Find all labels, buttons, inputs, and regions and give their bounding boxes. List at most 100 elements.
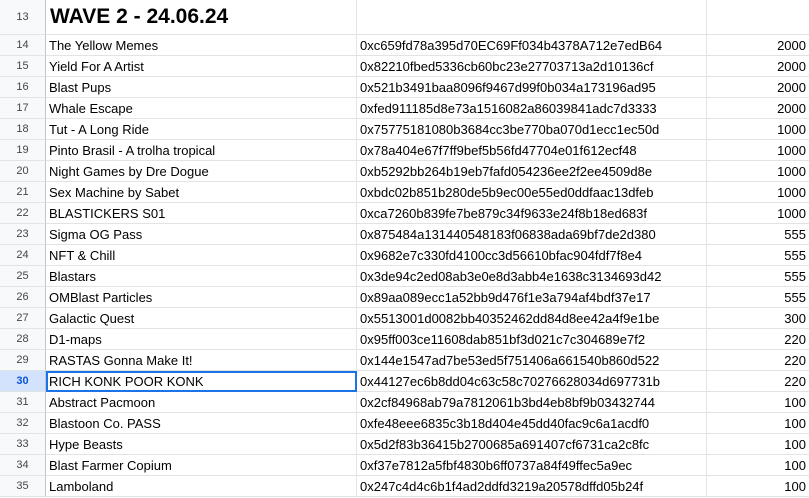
title-cell[interactable]: WAVE 2 - 24.06.24 [46,0,357,35]
project-name-cell[interactable]: Blast Pups [46,77,357,98]
row-header[interactable]: 25 [0,266,46,287]
project-name-cell[interactable]: Blast Farmer Copium [46,455,357,476]
row-header[interactable]: 22 [0,203,46,224]
amount-cell[interactable]: 555 [707,266,809,287]
amount-cell[interactable]: 555 [707,287,809,308]
row-header[interactable]: 15 [0,56,46,77]
title-row: 13 WAVE 2 - 24.06.24 [0,0,809,35]
wallet-address-cell[interactable]: 0xfe48eee6835c3b18d404e45dd40fac9c6a1acd… [357,413,707,434]
project-name-cell[interactable]: BLASTICKERS S01 [46,203,357,224]
amount-cell[interactable]: 2000 [707,98,809,119]
table-row: 27 Galactic Quest 0x5513001d0082bb40352462… [0,308,809,329]
project-name-cell[interactable]: Pinto Brasil - A trolha tropical [46,140,357,161]
row-header[interactable]: 13 [0,0,46,35]
project-name-cell[interactable]: D1-maps [46,329,357,350]
wallet-address-cell[interactable]: 0x5d2f83b36415b2700685a691407cf6731ca2c8… [357,434,707,455]
amount-cell[interactable]: 2000 [707,56,809,77]
wallet-address-cell[interactable]: 0xbdc02b851b280de5b9ec00e55ed0ddfaac13df… [357,182,707,203]
row-header[interactable]: 28 [0,329,46,350]
empty-cell[interactable] [707,0,809,35]
amount-cell[interactable]: 100 [707,413,809,434]
row-header[interactable]: 18 [0,119,46,140]
table-row: 23 Sigma OG Pass 0x875484a131440548183f068… [0,224,809,245]
project-name-cell[interactable]: NFT & Chill [46,245,357,266]
amount-cell[interactable]: 1000 [707,203,809,224]
wallet-address-cell[interactable]: 0xc659fd78a395d70EC69Ff034b4378A712e7edB… [357,35,707,56]
table-row: 26 OMBlast Particles 0x89aa089ecc1a52bb9d4… [0,287,809,308]
row-header[interactable]: 34 [0,455,46,476]
row-header[interactable]: 20 [0,161,46,182]
wallet-address-cell[interactable]: 0xca7260b839fe7be879c34f9633e24f8b18ed68… [357,203,707,224]
spreadsheet-grid: 13 WAVE 2 - 24.06.24 14 The Yellow Memes 0… [0,0,809,498]
row-header[interactable]: 14 [0,35,46,56]
amount-cell[interactable]: 100 [707,434,809,455]
row-header[interactable]: 17 [0,98,46,119]
wallet-address-cell[interactable]: 0x44127ec6b8dd04c63c58c70276628034d69773… [357,371,707,392]
wallet-address-cell[interactable]: 0x5513001d0082bb40352462dd84d8ee42a4f9e1… [357,308,707,329]
amount-cell[interactable]: 2000 [707,35,809,56]
project-name-cell[interactable]: Hype Beasts [46,434,357,455]
row-header[interactable]: 24 [0,245,46,266]
wallet-address-cell[interactable]: 0x95ff003ce11608dab851bf3d021c7c304689e7… [357,329,707,350]
wallet-address-cell[interactable]: 0xb5292bb264b19eb7fafd054236ee2f2ee4509d… [357,161,707,182]
amount-cell[interactable]: 1000 [707,182,809,203]
row-header[interactable]: 30 [0,371,46,392]
empty-cell[interactable] [357,0,707,35]
amount-cell[interactable]: 1000 [707,140,809,161]
amount-cell[interactable]: 220 [707,371,809,392]
wallet-address-cell[interactable]: 0xfed911185d8e73a1516082a86039841adc7d33… [357,98,707,119]
project-name-cell[interactable]: Abstract Pacmoon [46,392,357,413]
project-name-cell[interactable]: The Yellow Memes [46,35,357,56]
amount-cell[interactable]: 2000 [707,77,809,98]
project-name-cell[interactable]: RASTAS Gonna Make It! [46,350,357,371]
project-name-cell[interactable]: Night Games by Dre Dogue [46,161,357,182]
table-row: 20 Night Games by Dre Dogue 0xb5292bb264b1… [0,161,809,182]
wallet-address-cell[interactable]: 0x78a404e67f7ff9bef5b56fd47704e01f612ecf… [357,140,707,161]
wallet-address-cell[interactable]: 0x75775181080b3684cc3be770ba070d1ecc1ec5… [357,119,707,140]
amount-cell[interactable]: 100 [707,476,809,497]
table-row: 29 RASTAS Gonna Make It! 0x144e1547ad7be53… [0,350,809,371]
amount-cell[interactable]: 1000 [707,161,809,182]
amount-cell[interactable]: 100 [707,455,809,476]
project-name-cell[interactable]: Sigma OG Pass [46,224,357,245]
amount-cell[interactable]: 555 [707,245,809,266]
table-row: 17 Whale Escape 0xfed911185d8e73a1516082a8… [0,98,809,119]
amount-cell[interactable]: 220 [707,350,809,371]
wallet-address-cell[interactable]: 0x144e1547ad7be53ed5f751406a661540b860d5… [357,350,707,371]
project-name-cell[interactable]: Blastars [46,266,357,287]
amount-cell[interactable]: 1000 [707,119,809,140]
wallet-address-cell[interactable]: 0xf37e7812a5fbf4830b6ff0737a84f49ffec5a9… [357,455,707,476]
wallet-address-cell[interactable]: 0x2cf84968ab79a7812061b3bd4eb8bf9b034327… [357,392,707,413]
row-header[interactable]: 29 [0,350,46,371]
wallet-address-cell[interactable]: 0x89aa089ecc1a52bb9d476f1e3a794af4bdf37e… [357,287,707,308]
project-name-cell[interactable]: Whale Escape [46,98,357,119]
row-header[interactable]: 33 [0,434,46,455]
amount-cell[interactable]: 100 [707,392,809,413]
project-name-cell[interactable]: OMBlast Particles [46,287,357,308]
wallet-address-cell[interactable]: 0x247c4d4c6b1f4ad2ddfd3219a20578dffd05b2… [357,476,707,497]
row-header[interactable]: 16 [0,77,46,98]
project-name-cell[interactable]: Blastoon Co. PASS [46,413,357,434]
row-header[interactable]: 32 [0,413,46,434]
row-header[interactable]: 21 [0,182,46,203]
amount-cell[interactable]: 555 [707,224,809,245]
project-name-cell[interactable]: Lamboland [46,476,357,497]
wallet-address-cell[interactable]: 0x875484a131440548183f06838ada69bf7de2d3… [357,224,707,245]
project-name-cell[interactable]: RICH KONK POOR KONK [46,371,357,392]
row-header[interactable]: 35 [0,476,46,497]
wallet-address-cell[interactable]: 0x9682e7c330fd4100cc3d56610bfac904fdf7f8… [357,245,707,266]
wallet-address-cell[interactable]: 0x521b3491baa8096f9467d99f0b034a173196ad… [357,77,707,98]
row-header[interactable]: 19 [0,140,46,161]
project-name-cell[interactable]: Yield For A Artist [46,56,357,77]
row-header[interactable]: 26 [0,287,46,308]
project-name-cell[interactable]: Tut - A Long Ride [46,119,357,140]
wallet-address-cell[interactable]: 0x82210fbed5336cb60bc23e27703713a2d10136… [357,56,707,77]
row-header[interactable]: 31 [0,392,46,413]
project-name-cell[interactable]: Galactic Quest [46,308,357,329]
amount-cell[interactable]: 220 [707,329,809,350]
row-header[interactable]: 27 [0,308,46,329]
project-name-cell[interactable]: Sex Machine by Sabet [46,182,357,203]
amount-cell[interactable]: 300 [707,308,809,329]
wallet-address-cell[interactable]: 0x3de94c2ed08ab3e0e8d3abb4e1638c3134693d… [357,266,707,287]
row-header[interactable]: 23 [0,224,46,245]
